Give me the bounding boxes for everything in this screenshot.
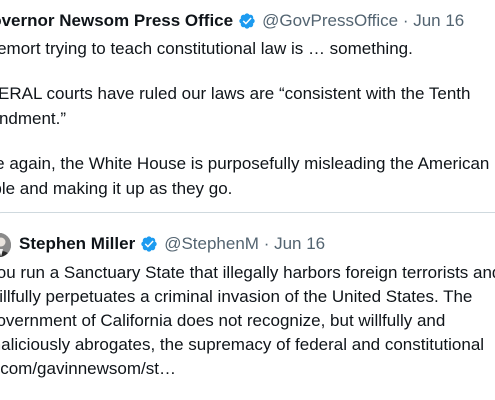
- quoted-text-line: government of California does not recogn…: [0, 311, 446, 330]
- quoted-tweet-text: You run a Sanctuary State that illegally…: [0, 261, 495, 381]
- tweet-date[interactable]: Jun 16: [413, 10, 464, 32]
- quoted-text-line: You run a Sanctuary State that illegally…: [0, 263, 495, 282]
- author-display-name[interactable]: Governor Newsom Press Office: [0, 10, 233, 32]
- tweet-text: Voldemort trying to teach constitutional…: [0, 36, 495, 201]
- tweet-header: Governor Newsom Press Office @GovPressOf…: [0, 10, 464, 32]
- quoted-tweet-header: Stephen Miller @StephenM · Jun 16: [19, 232, 325, 256]
- quoted-text-line: maliciously abrogates, the supremacy of …: [0, 335, 485, 354]
- quoted-author-avatar[interactable]: [0, 233, 11, 257]
- quoted-text-line: willfully perpetuates a criminal invasio…: [0, 287, 473, 306]
- verified-badge-icon: [140, 235, 158, 253]
- quoted-tweet-date[interactable]: Jun 16: [274, 232, 325, 256]
- tweet-paragraph-3: Once again, the White House is purposefu…: [0, 154, 490, 198]
- author-handle[interactable]: @GovPressOffice: [262, 10, 398, 32]
- meta-separator: ·: [402, 11, 409, 30]
- tweet-page: Governor Newsom Press Office @GovPressOf…: [0, 0, 495, 400]
- quoted-link[interactable]: x.com/gavinnewsom/st…: [0, 357, 495, 381]
- tweet-paragraph-2: FEDERAL courts have ruled our laws are “…: [0, 84, 471, 128]
- tweet-paragraph-1: Voldemort trying to teach constitutional…: [0, 39, 413, 58]
- verified-badge-icon: [238, 12, 256, 30]
- meta-separator: ·: [263, 234, 270, 253]
- quoted-tweet-card[interactable]: Stephen Miller @StephenM · Jun 16 You ru…: [0, 212, 495, 400]
- quoted-author-handle[interactable]: @StephenM: [164, 232, 259, 256]
- quoted-author-display-name[interactable]: Stephen Miller: [19, 232, 135, 256]
